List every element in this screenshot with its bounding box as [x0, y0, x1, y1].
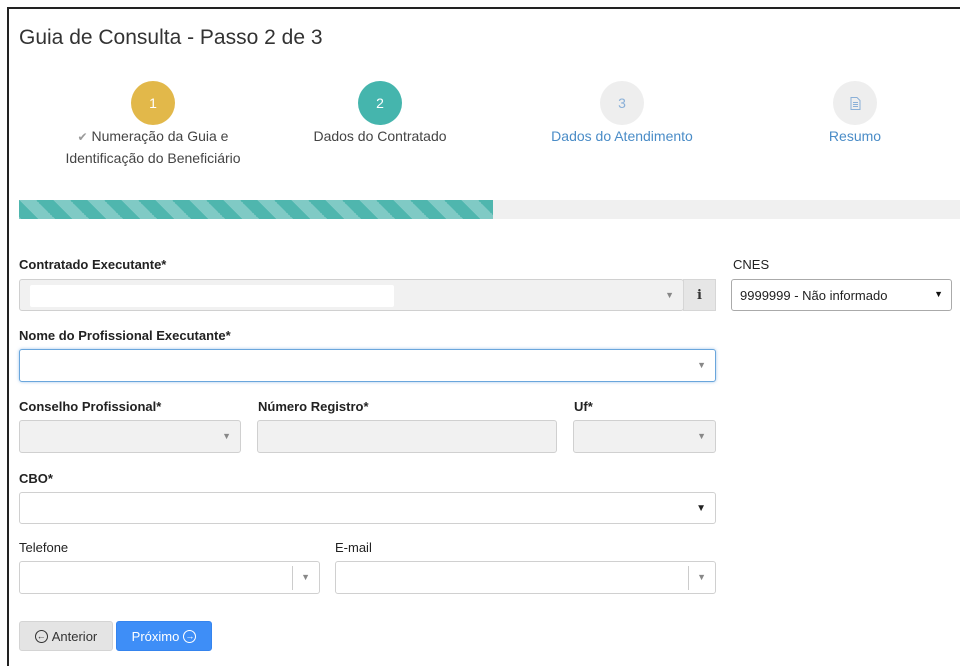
chevron-down-icon: ▼: [665, 290, 674, 300]
step-3-circle: 3: [600, 81, 644, 125]
chevron-down-icon: ▼: [934, 289, 943, 299]
registro-label: Número Registro*: [258, 399, 369, 414]
chevron-down-icon: ▼: [222, 431, 231, 441]
profissional-label: Nome do Profissional Executante*: [19, 328, 231, 343]
step-4[interactable]: Resumo: [790, 81, 920, 147]
arrow-right-circle-icon: →: [183, 629, 197, 643]
cnes-select[interactable]: 9999999 - Não informado ▼: [731, 279, 952, 311]
step-4-circle: [833, 81, 877, 125]
step-3[interactable]: 3 Dados do Atendimento: [542, 81, 702, 147]
cnes-label: CNES: [733, 257, 770, 272]
arrow-left-circle-icon: ←: [34, 629, 48, 643]
step-4-label: Resumo: [828, 128, 882, 144]
step-3-label: Dados do Atendimento: [551, 128, 693, 144]
step-1-label-line2: Identificação do Beneficiário: [65, 150, 241, 166]
progress-track: [19, 200, 960, 219]
chevron-down-icon: ▼: [301, 572, 310, 582]
chevron-down-icon: ▼: [697, 572, 706, 582]
conselho-select[interactable]: ▼: [19, 420, 241, 453]
progress-bar: [19, 200, 493, 219]
proximo-button-label: Próximo: [131, 628, 180, 644]
divider: [688, 566, 689, 590]
step-2-circle: 2: [358, 81, 402, 125]
telefone-label: Telefone: [19, 540, 69, 555]
anterior-button-label: Anterior: [51, 628, 98, 644]
registro-input[interactable]: [257, 420, 557, 453]
email-label: E-mail: [335, 540, 372, 555]
uf-select[interactable]: ▼: [573, 420, 716, 453]
cbo-select[interactable]: ▼: [19, 492, 716, 524]
info-button[interactable]: i: [683, 279, 716, 311]
chevron-down-icon: ▼: [697, 360, 706, 370]
divider: [292, 566, 293, 590]
contratado-value: [30, 285, 394, 307]
conselho-label: Conselho Profissional*: [19, 399, 162, 414]
checkmark-icon: ✔: [77, 130, 88, 144]
cnes-selected-value: 9999999 - Não informado: [740, 288, 888, 303]
cbo-label: CBO*: [19, 471, 53, 486]
proximo-button[interactable]: Próximo →: [116, 621, 212, 651]
profissional-select[interactable]: ▼: [19, 349, 716, 382]
page-title: Guia de Consulta - Passo 2 de 3: [19, 26, 323, 49]
chevron-down-icon: ▼: [696, 503, 706, 514]
telefone-select[interactable]: ▼: [19, 561, 320, 594]
contratado-label: Contratado Executante*: [19, 257, 167, 272]
chevron-down-icon: ▼: [697, 431, 706, 441]
step-2-label: Dados do Contratado: [313, 128, 447, 144]
uf-label: Uf*: [574, 399, 593, 414]
contratado-select[interactable]: ▼: [19, 279, 684, 311]
document-icon: [850, 96, 860, 110]
step-1-circle: 1: [131, 81, 175, 125]
step-1-label: ✔ Numeração da Guia e Identificação do B…: [58, 126, 248, 169]
step-1[interactable]: 1 ✔ Numeração da Guia e Identificação do…: [58, 81, 248, 169]
step-1-label-line1: Numeração da Guia e: [91, 128, 229, 144]
anterior-button[interactable]: ← Anterior: [19, 621, 113, 651]
email-select[interactable]: ▼: [335, 561, 716, 594]
step-2[interactable]: 2 Dados do Contratado: [300, 81, 460, 147]
